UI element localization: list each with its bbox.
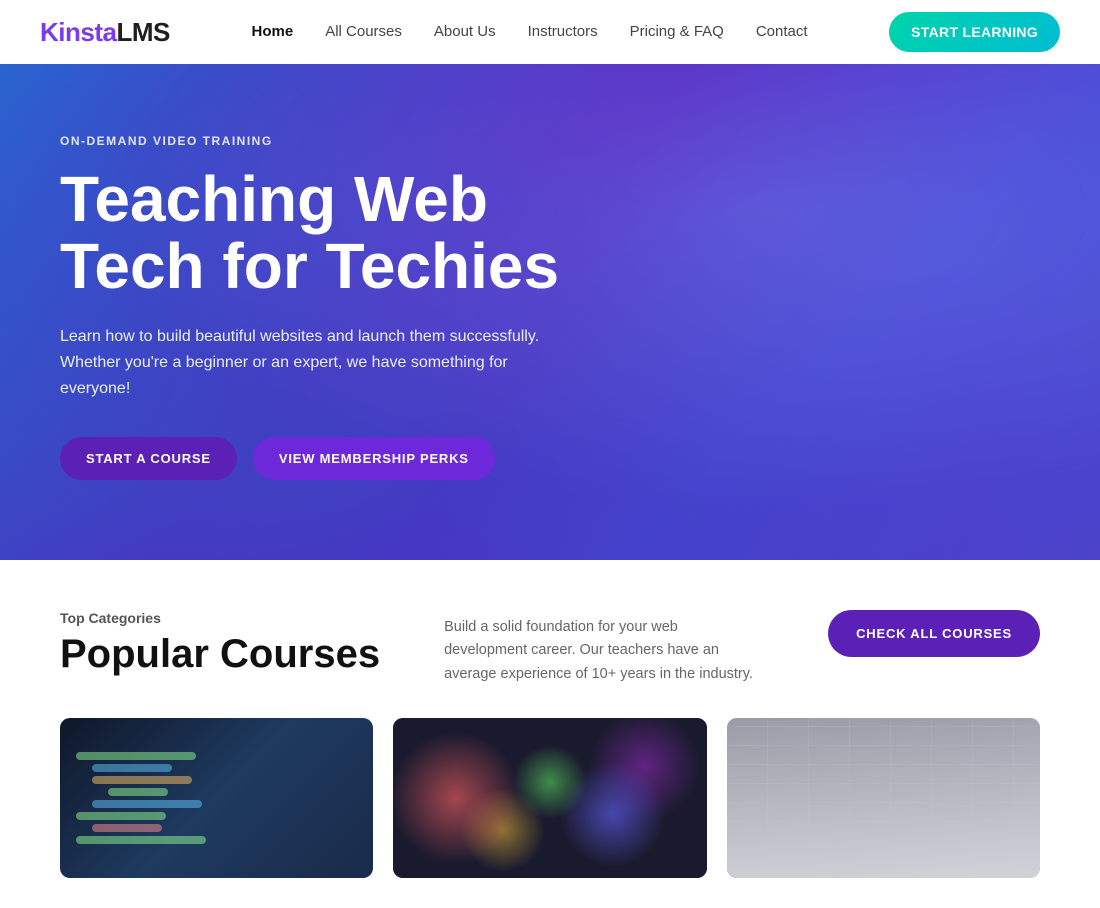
hero-title: Teaching Web Tech for Techies (60, 166, 580, 300)
courses-section: Top Categories Popular Courses Build a s… (0, 560, 1100, 908)
design-lines (727, 718, 1040, 878)
code-line (76, 836, 206, 844)
view-membership-button[interactable]: VIEW MEMBERSHIP PERKS (253, 437, 495, 480)
code-line (92, 824, 162, 832)
nav-item-courses[interactable]: All Courses (325, 23, 402, 41)
hero-section: ON-DEMAND VIDEO TRAINING Teaching Web Te… (0, 64, 1100, 560)
course-cards (60, 718, 1040, 878)
code-overlay (60, 718, 373, 878)
nav-item-contact[interactable]: Contact (756, 23, 808, 41)
start-course-button[interactable]: START A COURSE (60, 437, 237, 480)
course-card-2[interactable] (393, 718, 706, 878)
logo-kinsta: Kinsta (40, 17, 116, 47)
popular-courses-title: Popular Courses (60, 632, 380, 677)
nav-links: Home All Courses About Us Instructors Pr… (252, 23, 808, 41)
hero-eyebrow: ON-DEMAND VIDEO TRAINING (60, 134, 580, 148)
design-overlay (727, 718, 1040, 878)
navbar: KinstaLMS Home All Courses About Us Inst… (0, 0, 1100, 64)
logo-lms: LMS (116, 17, 169, 47)
hero-subtitle: Learn how to build beautiful websites an… (60, 324, 580, 401)
code-line (76, 812, 166, 820)
nav-item-about[interactable]: About Us (434, 23, 496, 41)
nav-item-pricing[interactable]: Pricing & FAQ (630, 23, 724, 41)
start-learning-button[interactable]: START LEARNING (889, 12, 1060, 52)
check-all-courses-button[interactable]: CHECK ALL COURSES (828, 610, 1040, 657)
courses-header-right: CHECK ALL COURSES (828, 610, 1040, 657)
courses-header: Top Categories Popular Courses Build a s… (60, 610, 1040, 686)
hero-buttons: START A COURSE VIEW MEMBERSHIP PERKS (60, 437, 580, 480)
courses-description: Build a solid foundation for your web de… (444, 616, 764, 686)
course-card-3[interactable] (727, 718, 1040, 878)
nav-item-instructors[interactable]: Instructors (528, 23, 598, 41)
top-categories-label: Top Categories (60, 610, 380, 626)
nav-item-home[interactable]: Home (252, 23, 294, 41)
code-line (108, 788, 168, 796)
hero-title-line2: Tech for Techies (60, 230, 559, 302)
logo[interactable]: KinstaLMS (40, 17, 170, 48)
code-line (92, 776, 192, 784)
course-card-1[interactable] (60, 718, 373, 878)
code-line (92, 764, 172, 772)
hero-title-line1: Teaching Web (60, 163, 488, 235)
courses-header-left: Top Categories Popular Courses (60, 610, 380, 677)
bokeh-overlay (393, 718, 706, 878)
courses-header-center: Build a solid foundation for your web de… (444, 610, 764, 686)
hero-content: ON-DEMAND VIDEO TRAINING Teaching Web Te… (60, 134, 580, 480)
code-lines (76, 752, 206, 844)
code-line (76, 752, 196, 760)
code-line (92, 800, 202, 808)
